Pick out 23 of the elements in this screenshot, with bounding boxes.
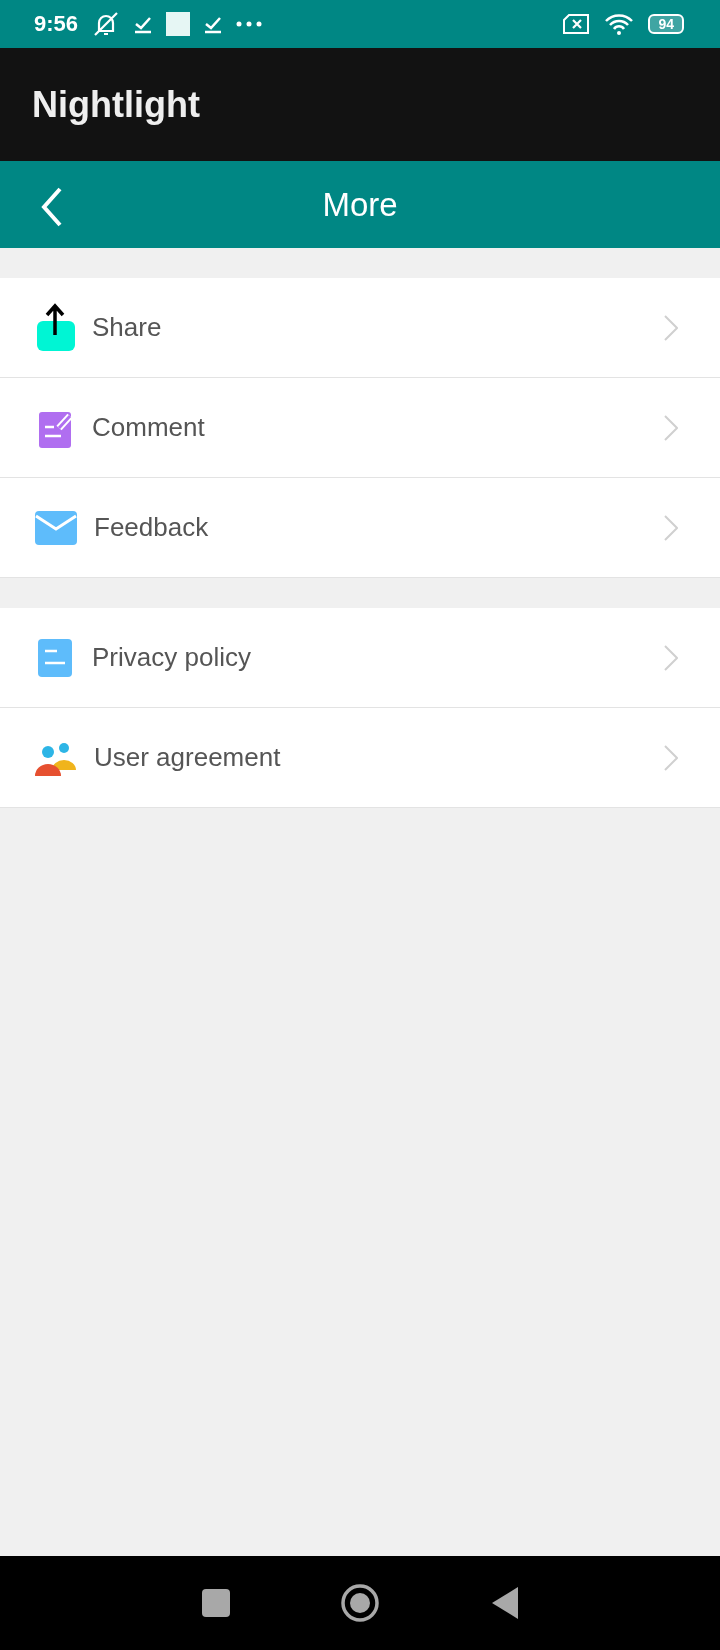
chevron-right-icon [664, 644, 678, 671]
chevron-right-icon [664, 744, 678, 771]
chevron-right-icon [664, 414, 678, 441]
menu-item-label: Comment [92, 412, 206, 443]
wifi-icon [604, 13, 635, 35]
mail-icon [34, 509, 78, 546]
page-title: More [322, 185, 398, 224]
chevron-right-icon [664, 514, 678, 541]
share-icon [34, 302, 76, 353]
muted-bell-icon [92, 11, 121, 37]
menu-item-label: Share [92, 312, 163, 343]
menu-item-label: Privacy policy [92, 642, 252, 673]
back-nav-button[interactable] [490, 1587, 518, 1619]
home-button[interactable] [340, 1583, 380, 1623]
sim-off-icon [562, 14, 591, 34]
more-dots-icon [236, 21, 263, 27]
square-icon [166, 12, 191, 36]
app-title: Nightlight [32, 83, 200, 126]
status-time: 9:56 [34, 11, 79, 37]
chevron-right-icon [664, 314, 678, 341]
menu-item-label: Feedback [94, 512, 210, 543]
menu-item-label: User agreement [94, 742, 282, 773]
battery-indicator: 94 [648, 14, 684, 34]
